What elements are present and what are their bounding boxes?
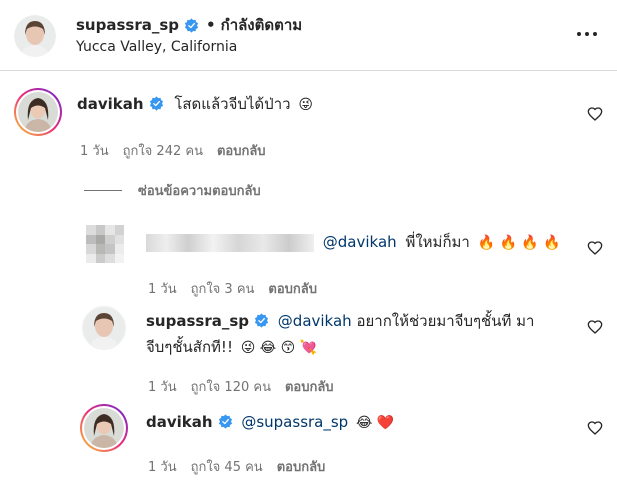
reply-body: @davikah พี่ใหม่ก็มา 🔥 🔥 🔥 🔥	[146, 231, 561, 254]
reply-button[interactable]: ตอบกลับ	[285, 376, 334, 397]
avatar-pixel	[105, 234, 115, 244]
reply-meta: 1 วัน ถูกใจ 3 คน ตอบกลับ	[148, 278, 317, 299]
avatar-image	[83, 307, 125, 349]
avatar-pixel	[114, 225, 124, 235]
avatar-pixel	[86, 225, 96, 235]
more-dot	[593, 32, 597, 36]
comment-meta: 1 วัน ถูกใจ 242 คน ตอบกลับ	[80, 140, 266, 161]
reply-avatar-blurred[interactable]	[86, 225, 124, 263]
header-avatar[interactable]	[14, 15, 56, 57]
avatar-pixel	[105, 244, 115, 254]
blurred-username[interactable]	[146, 233, 314, 252]
reply-likes[interactable]: ถูกใจ 45 คน	[191, 456, 263, 477]
heart-icon[interactable]	[587, 420, 603, 436]
reply-mention[interactable]: @davikah	[323, 233, 397, 251]
hide-replies-label: ซ่อนข้อความตอบกลับ	[138, 184, 261, 199]
heart-icon[interactable]	[587, 319, 603, 335]
avatar-image	[14, 15, 56, 57]
avatar-pixel	[86, 253, 96, 263]
comment-likes[interactable]: ถูกใจ 242 คน	[123, 140, 203, 161]
more-dot	[585, 32, 589, 36]
heart-icon[interactable]	[587, 106, 603, 122]
reply-likes[interactable]: ถูกใจ 120 คน	[191, 376, 271, 397]
hide-replies-line	[84, 190, 122, 191]
verified-badge-icon	[218, 414, 232, 429]
avatar-pixel	[86, 234, 96, 244]
comment-text: โสดแล้วจีบได้ป่าว	[174, 95, 291, 113]
avatar-pixel	[86, 244, 96, 254]
verified-badge-icon	[149, 96, 163, 111]
more-dot	[577, 32, 581, 36]
reply-likes[interactable]: ถูกใจ 3 คน	[191, 278, 255, 299]
avatar-image	[18, 92, 58, 132]
avatar-pixel	[114, 253, 124, 263]
reply-text-line1: อยากให้ช่วยมาจีบๆชั้นที มา	[356, 312, 535, 330]
avatar-pixel	[114, 234, 124, 244]
reply-avatar-davikah[interactable]	[80, 404, 128, 452]
comment: davikah โสดแล้วจีบได้ป่าว 😜	[77, 93, 313, 116]
comment-username[interactable]: davikah	[77, 95, 144, 113]
avatar-pixel	[95, 225, 105, 235]
header-username[interactable]: supassra_sp	[76, 16, 179, 34]
reply-button[interactable]: ตอบกลับ	[277, 456, 326, 477]
reply: @davikah พี่ใหม่ก็มา 🔥 🔥 🔥 🔥	[146, 231, 561, 254]
reply-button[interactable]: ตอบกลับ	[217, 140, 266, 161]
reply: davikah @supassra_sp 😂 ❤️	[146, 411, 394, 434]
reply-time[interactable]: 1 วัน	[148, 376, 177, 397]
reply-emoji: 😂 ❤️	[356, 415, 395, 431]
reply-meta: 1 วัน ถูกใจ 45 คน ตอบกลับ	[148, 456, 325, 477]
heart-icon[interactable]	[587, 240, 603, 256]
reply-mention[interactable]: @supassra_sp	[241, 413, 348, 431]
following-button[interactable]: กำลังติดตาม	[221, 13, 303, 37]
comment-body: davikah โสดแล้วจีบได้ป่าว 😜	[77, 93, 313, 116]
avatar-pixel	[105, 253, 115, 263]
avatar-pixel	[95, 244, 105, 254]
hide-replies-button[interactable]: ซ่อนข้อความตอบกลับ	[84, 180, 261, 201]
reply-avatar-supassra[interactable]	[82, 306, 126, 350]
reply-body: davikah @supassra_sp 😂 ❤️	[146, 411, 394, 434]
reply-username[interactable]: davikah	[146, 413, 213, 431]
reply-emoji: 🔥 🔥 🔥 🔥	[477, 235, 561, 251]
comment-time[interactable]: 1 วัน	[80, 140, 109, 161]
header-username-row: supassra_sp • กำลังติดตาม	[76, 13, 302, 37]
reply-time[interactable]: 1 วัน	[148, 278, 177, 299]
avatar-pixel	[95, 253, 105, 263]
reply-mention[interactable]: @davikah	[278, 312, 352, 330]
reply-body: supassra_sp @davikah อยากให้ช่วยมาจีบๆชั…	[146, 310, 566, 332]
reply-time[interactable]: 1 วัน	[148, 456, 177, 477]
reply-text-line2: จีบๆชั้นสักที!!	[146, 338, 233, 356]
header-separator: •	[206, 16, 216, 34]
reply-button[interactable]: ตอบกลับ	[268, 278, 317, 299]
reply-meta: 1 วัน ถูกใจ 120 คน ตอบกลับ	[148, 376, 334, 397]
verified-badge-icon	[184, 17, 199, 33]
reply-username[interactable]: supassra_sp	[146, 312, 249, 330]
avatar-pixel	[95, 234, 105, 244]
post-header: supassra_sp • กำลังติดตาม Yucca Valley, …	[0, 0, 617, 71]
avatar-image	[84, 408, 124, 448]
reply-body-line2: จีบๆชั้นสักที!! 😜 😂 😙 💘	[146, 336, 566, 359]
reply: supassra_sp @davikah อยากให้ช่วยมาจีบๆชั…	[146, 310, 566, 359]
comment-emoji: 😜	[298, 97, 313, 113]
reply-text: พี่ใหม่ก็มา	[405, 233, 470, 251]
header-location[interactable]: Yucca Valley, California	[76, 39, 237, 55]
more-options-icon[interactable]	[575, 22, 599, 46]
avatar-pixel	[114, 244, 124, 254]
avatar-pixel	[105, 225, 115, 235]
reply-emoji: 😜 😂 😙 💘	[240, 340, 318, 356]
comment-avatar-davikah[interactable]	[14, 88, 62, 136]
verified-badge-icon	[254, 313, 269, 328]
